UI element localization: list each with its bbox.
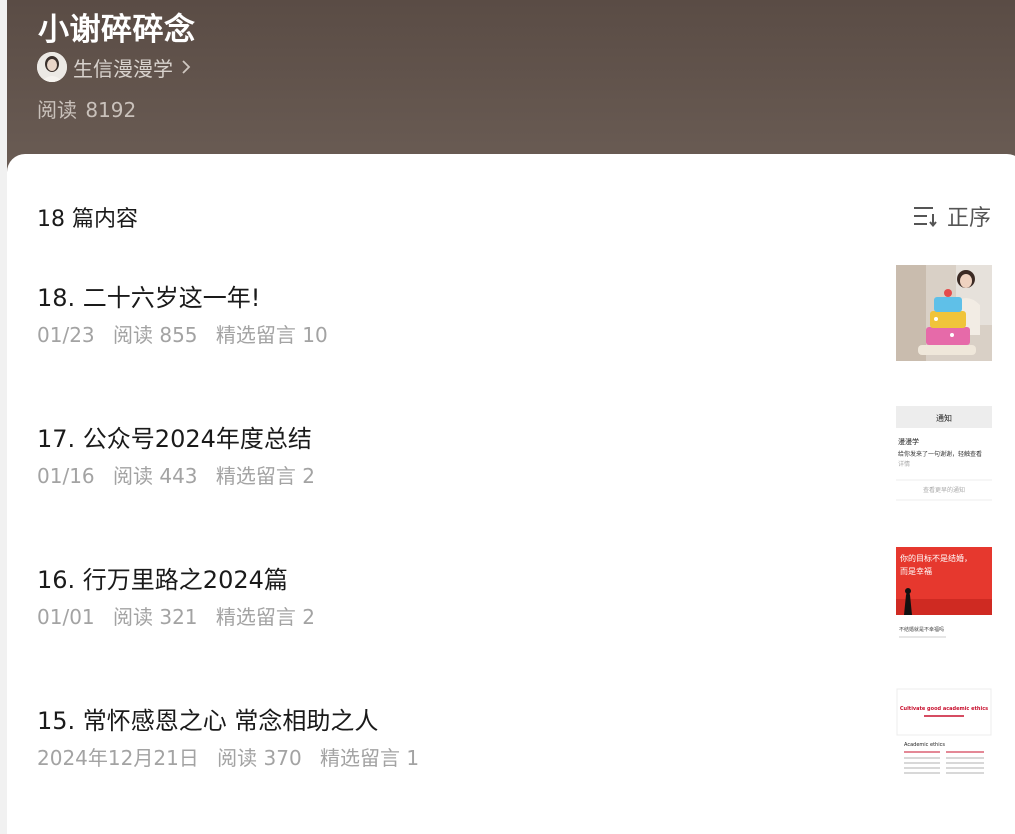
- article-thumbnail: [896, 265, 992, 361]
- author-name: 生信漫漫学: [73, 56, 173, 81]
- sort-label: 正序: [947, 206, 992, 231]
- article-meta: 01/01 阅读 321 精选留言 2: [37, 601, 327, 630]
- thumb-message: 给你发来了一句谢谢，轻触查看: [898, 450, 982, 458]
- collection-read-count: 阅读 8192: [37, 94, 138, 123]
- sort-toggle[interactable]: 正序: [913, 202, 992, 231]
- article-title: 18. 二十六岁这一年!: [37, 284, 261, 312]
- reads-label: 阅读: [37, 98, 77, 122]
- thumb-sub: 详情: [898, 460, 910, 468]
- article-thumbnail: 你的目标不是结婚， 而是幸福 不结婚就是不幸福吗: [896, 547, 992, 643]
- sort-icon: [914, 207, 937, 227]
- article-title: 16. 行万里路之2024篇: [37, 566, 288, 594]
- thumb-caption: 不结婚就是不幸福吗: [899, 626, 944, 633]
- article-item[interactable]: 15. 常怀感恩之心 常念相助之人 2024年12月21日 阅读 370 精选留…: [7, 681, 1015, 791]
- reads-value: 8192: [85, 98, 137, 122]
- article-list-card: 18 篇内容 正序 18. 二十六岁这一年! 01/23 阅读 855 精选留言…: [7, 154, 1015, 834]
- article-date: 01/16: [37, 464, 95, 488]
- article-meta: 01/16 阅读 443 精选留言 2: [37, 460, 327, 489]
- thumb-line2: 而是幸福: [900, 567, 932, 576]
- article-title: 15. 常怀感恩之心 常念相助之人: [37, 707, 379, 735]
- article-reads: 阅读 855: [113, 323, 198, 347]
- chevron-right-icon: [182, 60, 191, 74]
- article-date: 2024年12月21日: [37, 746, 199, 770]
- collection-title: 小谢碎碎念: [38, 12, 196, 48]
- article-title: 17. 公众号2024年度总结: [37, 425, 312, 453]
- article-meta: 01/23 阅读 855 精选留言 10: [37, 319, 340, 348]
- article-reads: 阅读 443: [113, 464, 198, 488]
- article-thumbnail: 通知 漫漫学 给你发来了一句谢谢，轻触查看 详情 查看更早的通知: [896, 406, 992, 502]
- article-date: 01/01: [37, 605, 95, 629]
- article-item[interactable]: 18. 二十六岁这一年! 01/23 阅读 855 精选留言 10: [7, 258, 1015, 368]
- thumb-heading: Cultivate good academic ethics: [900, 706, 988, 712]
- article-reads: 阅读 370: [217, 746, 302, 770]
- article-reads: 阅读 321: [113, 605, 198, 629]
- thumb-account: 漫漫学: [898, 437, 919, 446]
- author-avatar: [37, 52, 67, 82]
- thumb-notice: 通知: [936, 413, 952, 423]
- article-thumbnail: Cultivate good academic ethics Academic …: [896, 688, 992, 784]
- article-comments: 精选留言 2: [215, 605, 315, 629]
- article-date: 01/23: [37, 323, 95, 347]
- article-comments: 精选留言 1: [320, 746, 420, 770]
- article-meta: 2024年12月21日 阅读 370 精选留言 1: [37, 742, 431, 771]
- article-item[interactable]: 16. 行万里路之2024篇 01/01 阅读 321 精选留言 2 你的目标不…: [7, 540, 1015, 650]
- thumb-line1: 你的目标不是结婚，: [900, 553, 972, 563]
- article-item[interactable]: 17. 公众号2024年度总结 01/16 阅读 443 精选留言 2 通知 漫…: [7, 399, 1015, 509]
- thumb-sub: Academic ethics: [904, 742, 945, 748]
- thumb-link: 查看更早的通知: [923, 486, 965, 494]
- author-link[interactable]: 生信漫漫学: [37, 51, 191, 83]
- collection-header: 小谢碎碎念 生信漫漫学 阅读 8192: [7, 0, 1015, 180]
- article-comments: 精选留言 2: [215, 464, 315, 488]
- article-comments: 精选留言 10: [215, 323, 328, 347]
- article-count: 18 篇内容: [37, 207, 138, 232]
